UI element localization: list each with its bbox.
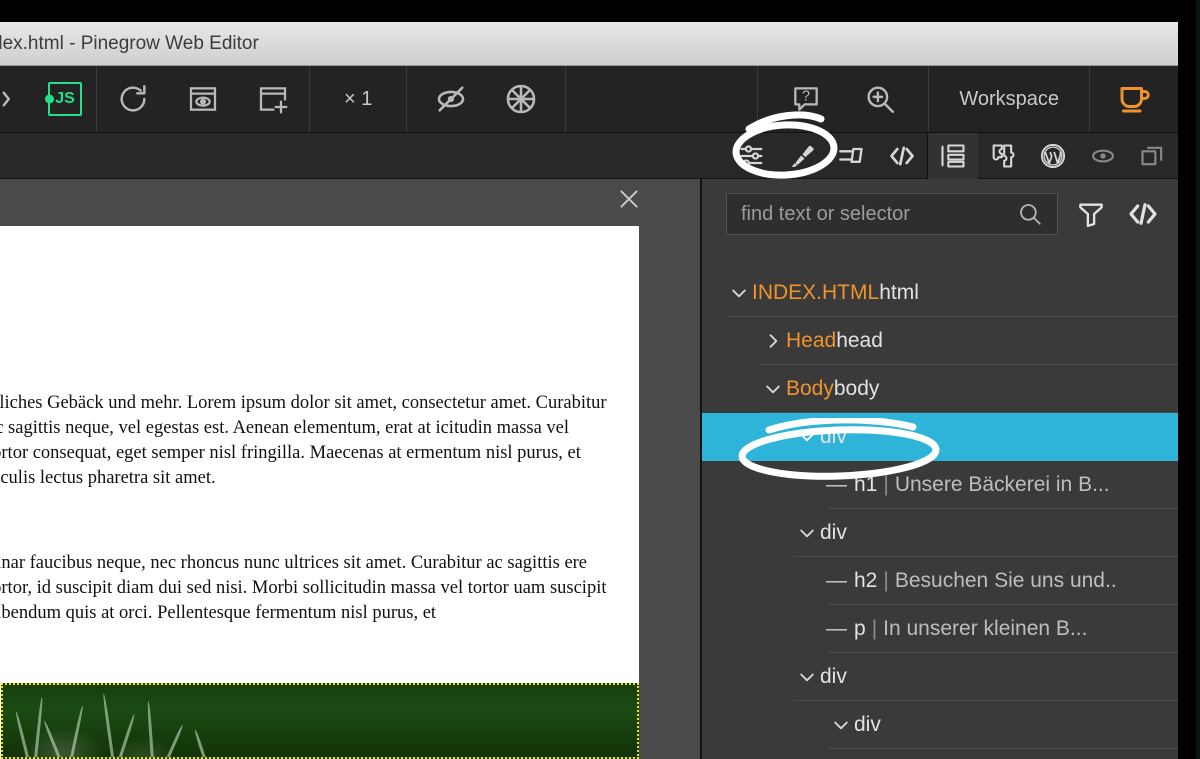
page-content: ! stliches Gebäck und mehr. Lorem ipsum …: [0, 226, 639, 626]
window-titlebar: dex.html - Pinegrow Web Editor: [0, 22, 1178, 66]
panel-toolbar-outline-group: [928, 132, 978, 179]
desktop-top-strip: [0, 0, 1200, 22]
toolbar-group-page: [97, 66, 310, 132]
help-question-icon[interactable]: ?: [784, 77, 828, 121]
filter-funnel-icon[interactable]: [1072, 195, 1110, 233]
tree-node-separator: |: [883, 569, 889, 592]
screen: dex.html - Pinegrow Web Editor JS × 1 ? …: [0, 0, 1200, 759]
puzzle-icon[interactable]: [978, 133, 1028, 179]
tree-row[interactable]: — h2 | Besuchen Sie uns und..: [702, 557, 1178, 605]
chevron-down-icon[interactable]: [726, 283, 752, 303]
panel-toolbar: [0, 132, 1178, 179]
tree-node-text: In unserer kleinen B...: [883, 617, 1088, 640]
tree-node-tag: head: [836, 329, 883, 352]
leaf-dash-icon[interactable]: —: [826, 473, 854, 497]
toolbar-group-help: ?: [758, 66, 930, 132]
tree-node-text: Besuchen Sie uns und..: [894, 569, 1117, 592]
toolbar-group-code: JS: [0, 66, 97, 132]
eye-slash-icon[interactable]: [429, 77, 473, 121]
chevron-right-icon[interactable]: [760, 331, 786, 351]
tree-node-tag: p: [854, 617, 866, 640]
reload-icon[interactable]: [111, 77, 155, 121]
sidebar-search-row: [702, 179, 1178, 247]
toolbar-spacer: [566, 66, 759, 132]
paint-brush-icon[interactable]: [777, 133, 827, 179]
chevron-down-icon[interactable]: [794, 667, 820, 687]
panel-toolbar-right-group: [978, 133, 1178, 179]
page-preview-area: ! stliches Gebäck und mehr. Lorem ipsum …: [0, 179, 699, 759]
layers-icon[interactable]: [1128, 133, 1178, 179]
tree-node-tag: div: [820, 425, 847, 448]
pinegrow-app-window: dex.html - Pinegrow Web Editor JS × 1 ? …: [0, 22, 1178, 759]
toolbar-group-view: [407, 66, 567, 132]
tree-node-separator: |: [871, 617, 878, 640]
code-angle-brackets-icon[interactable]: [1124, 195, 1162, 233]
chevron-down-icon[interactable]: [828, 715, 854, 735]
new-page-icon[interactable]: [251, 77, 295, 121]
preview-page-icon[interactable]: [181, 77, 225, 121]
tree-node-text: Unsere Bäckerei in B...: [894, 473, 1110, 496]
search-box[interactable]: [726, 193, 1058, 235]
grass-photo[interactable]: [1, 683, 639, 759]
tree-node-tag: div: [820, 665, 847, 688]
tree-row[interactable]: div: [702, 701, 1178, 749]
dom-tree: INDEX.HTML html Head head Body body div — h1 |…: [702, 247, 1178, 749]
chevron-down-icon[interactable]: [760, 379, 786, 399]
outline-tree-icon[interactable]: [928, 133, 978, 179]
tree-node-name: INDEX.HTML: [752, 281, 880, 304]
tree-row[interactable]: div: [702, 653, 1178, 701]
toolbar-group-zoom: × 1: [310, 66, 408, 132]
tree-node-tag: div: [820, 521, 847, 544]
page-paragraph-1: stliches Gebäck und mehr. Lorem ipsum do…: [0, 393, 607, 489]
toolbar-group-coffee: [1090, 66, 1178, 132]
chevron-down-icon[interactable]: [794, 523, 820, 543]
tree-row[interactable]: Body body: [702, 365, 1178, 413]
svg-text:?: ?: [802, 88, 810, 104]
tree-node-name: Body: [786, 377, 834, 400]
leaf-dash-icon[interactable]: —: [826, 617, 854, 641]
tree-node-tag: h2: [854, 569, 878, 592]
workspace-button[interactable]: Workspace: [959, 88, 1059, 111]
toolbar-group-workspace: Workspace: [929, 66, 1090, 132]
tree-node-tag: h1: [854, 473, 878, 496]
edit-block-icon[interactable]: [827, 133, 877, 179]
tree-row[interactable]: div: [702, 509, 1178, 557]
page-paragraph-2: vinar faucibus neque, nec rhoncus nunc u…: [0, 553, 607, 624]
workspace: ! stliches Gebäck und mehr. Lorem ipsum …: [0, 179, 1178, 759]
snap-target-icon[interactable]: [499, 77, 543, 121]
leaf-dash-icon[interactable]: —: [826, 569, 854, 593]
tree-row[interactable]: — h1 | Unsere Bäckerei in B...: [702, 461, 1178, 509]
coffee-cup-icon[interactable]: [1112, 77, 1156, 121]
panel-toolbar-left-group: [727, 133, 927, 179]
wordpress-icon[interactable]: [1028, 133, 1078, 179]
tree-row[interactable]: — p | In unserer kleinen B...: [702, 605, 1178, 653]
tree-node-tag: html: [879, 281, 919, 304]
page-outline-sidebar: INDEX.HTML htmlHead headBody bodydiv—h1|…: [700, 179, 1178, 759]
sliders-icon[interactable]: [727, 133, 777, 179]
magnify-plus-icon[interactable]: [858, 77, 902, 121]
chevron-down-icon[interactable]: [794, 427, 820, 447]
tree-node-tag: body: [833, 377, 880, 400]
js-toggle-button[interactable]: JS: [48, 82, 82, 116]
tree-row[interactable]: Head head: [702, 317, 1178, 365]
tree-row[interactable]: div: [702, 413, 1178, 461]
code-icon[interactable]: [877, 133, 927, 179]
eye-icon[interactable]: [1078, 133, 1128, 179]
page-heading: !: [0, 332, 611, 369]
window-title: dex.html - Pinegrow Web Editor: [0, 32, 259, 54]
tree-row[interactable]: INDEX.HTML html: [702, 269, 1178, 317]
zoom-level-label[interactable]: × 1: [344, 88, 372, 111]
close-x-icon[interactable]: [615, 185, 643, 213]
search-icon[interactable]: [1017, 201, 1043, 227]
desktop-edge: [1196, 0, 1200, 759]
tree-row-divider: [828, 748, 1178, 749]
tree-node-separator: |: [883, 473, 889, 496]
code-angle-brackets-icon[interactable]: [0, 77, 22, 121]
main-toolbar: JS × 1 ? Workspace: [0, 66, 1178, 133]
tree-node-name: Head: [786, 329, 837, 352]
search-input[interactable]: [741, 202, 1017, 226]
rendered-page[interactable]: ! stliches Gebäck und mehr. Lorem ipsum …: [0, 226, 639, 759]
tree-node-tag: div: [854, 713, 881, 736]
